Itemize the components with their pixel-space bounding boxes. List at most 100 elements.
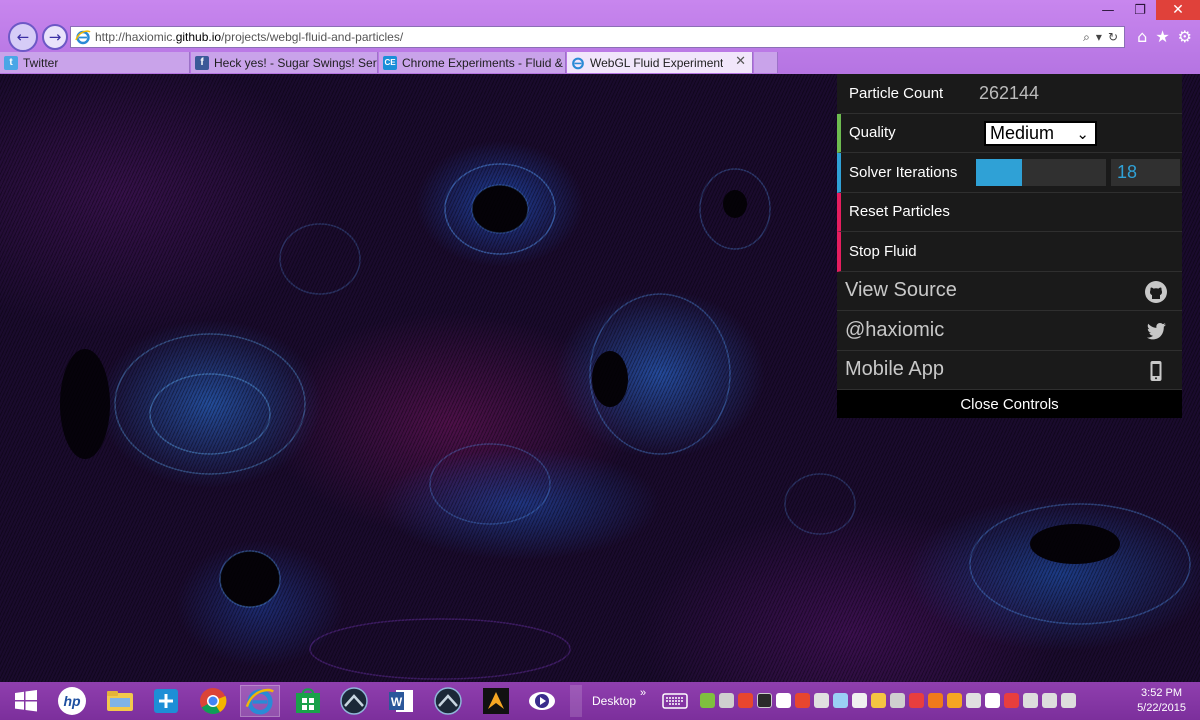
clock-time: 3:52 PM (1141, 687, 1183, 699)
tray-power-icon[interactable] (1023, 693, 1038, 708)
particle-count-row[interactable]: Particle Count 262144 (837, 74, 1182, 114)
taskbar-hp[interactable]: hp (56, 685, 88, 717)
tab-label: WebGL Fluid Experiment (590, 55, 724, 70)
tray-app-icon[interactable] (776, 693, 791, 708)
mobile-phone-icon (1150, 360, 1162, 381)
tray-app-icon[interactable] (966, 693, 981, 708)
chevron-down-icon[interactable]: ▾ (1096, 30, 1102, 45)
minimize-button[interactable]: — (1092, 0, 1124, 20)
tray-app-icon[interactable] (700, 693, 715, 708)
close-icon[interactable]: ✕ (735, 54, 746, 69)
home-icon[interactable]: ⌂ (1137, 27, 1147, 46)
taskbar-media[interactable] (526, 685, 558, 717)
svg-text:hp: hp (63, 693, 81, 709)
steam-like-icon-2 (434, 687, 462, 715)
tray-dropbox-icon[interactable] (985, 693, 1000, 708)
tray-app-icon[interactable] (852, 693, 867, 708)
new-tab-button[interactable] (754, 52, 778, 73)
tray-app-icon[interactable] (833, 693, 848, 708)
twitter-link[interactable]: @haxiomic (837, 311, 1182, 351)
svg-text:W: W (391, 695, 403, 709)
stop-fluid-button[interactable]: Stop Fluid (837, 232, 1182, 272)
tab-label: Chrome Experiments - Fluid & ... (402, 55, 565, 70)
refresh-icon[interactable]: ↻ (1108, 30, 1118, 45)
system-clock[interactable]: 3:52 PM 5/22/2015 (1137, 686, 1186, 716)
taskbar-app-2[interactable] (432, 685, 464, 717)
media-icon (529, 692, 555, 710)
restore-button[interactable]: ❐ (1124, 0, 1156, 20)
back-button[interactable]: ← (8, 22, 38, 52)
twitter-handle-label: @haxiomic (845, 318, 945, 341)
tab-twitter[interactable]: t Twitter (0, 52, 190, 73)
gear-icon[interactable]: ⚙ (1178, 27, 1192, 46)
quality-label: Quality (849, 124, 896, 142)
favorites-star-icon[interactable]: ★ (1155, 27, 1169, 46)
taskbar-internet-explorer[interactable] (240, 685, 280, 717)
view-source-link[interactable]: View Source (837, 271, 1182, 311)
close-controls-button[interactable]: Close Controls (837, 390, 1182, 418)
tab-facebook[interactable]: f Heck yes! - Sugar Swings! Serv... (191, 52, 378, 73)
controls-panel: Particle Count 262144 Quality Medium ⌄ S… (837, 74, 1182, 418)
taskbar-app-steam[interactable] (338, 685, 370, 717)
search-icon[interactable]: ⌕ (1083, 30, 1090, 45)
mobile-app-link[interactable]: Mobile App (837, 350, 1182, 390)
chevron-right-icon[interactable]: » (640, 687, 646, 699)
tab-chrome-experiments[interactable]: CE Chrome Experiments - Fluid & ... (379, 52, 566, 73)
steam-like-icon (340, 687, 368, 715)
url-host: github.io (175, 30, 222, 44)
ie-icon (572, 57, 584, 69)
url-path: /projects/webgl-fluid-and-particles/ (221, 30, 404, 44)
window-controls: — ❐ ✕ (1092, 0, 1200, 20)
taskbar-network-app[interactable] (150, 685, 182, 717)
network-signal-icon[interactable] (1061, 693, 1076, 708)
tray-app-icon[interactable] (871, 693, 886, 708)
reset-particles-label: Reset Particles (849, 203, 950, 221)
tray-app-icon[interactable] (890, 693, 905, 708)
mobile-app-label: Mobile App (845, 358, 944, 381)
keyboard-icon[interactable] (662, 693, 688, 709)
quality-selected-value: Medium (990, 122, 1055, 143)
tray-app-icon[interactable] (909, 693, 924, 708)
solver-iterations-value: 18 (1117, 162, 1138, 182)
tray-app-icon[interactable] (814, 693, 829, 708)
solver-iterations-slider[interactable] (976, 159, 1106, 186)
taskbar-word[interactable]: W (385, 685, 417, 717)
tray-app-icon[interactable] (947, 693, 962, 708)
ie-icon (245, 688, 274, 715)
address-actions: ⌕ ▾ ↻ (1083, 30, 1118, 45)
tray-app-icon[interactable] (719, 693, 734, 708)
system-tray (700, 693, 1076, 708)
tray-app-icon[interactable] (795, 693, 810, 708)
store-icon (296, 688, 320, 713)
tray-steam-icon[interactable] (757, 693, 772, 708)
tray-app-icon[interactable] (928, 693, 943, 708)
tab-webgl-fluid[interactable]: WebGL Fluid Experiment ✕ (567, 52, 753, 73)
solver-iterations-row: Solver Iterations 18 (837, 153, 1182, 193)
address-bar[interactable]: http://haxiomic.github.io/projects/webgl… (70, 26, 1125, 48)
tray-app-icon[interactable] (738, 693, 753, 708)
quality-row: Quality Medium ⌄ (837, 113, 1182, 153)
games-icon (483, 688, 509, 714)
taskbar-store[interactable] (292, 685, 324, 717)
close-controls-label: Close Controls (960, 395, 1059, 413)
chevron-down-icon: ⌄ (1076, 124, 1089, 143)
tray-flag-icon[interactable] (1004, 693, 1019, 708)
twitter-bird-icon (1146, 322, 1166, 340)
forward-button[interactable]: → (42, 24, 68, 50)
reset-particles-button[interactable]: Reset Particles (837, 192, 1182, 232)
taskbar-chrome[interactable] (197, 685, 229, 717)
particle-count-value[interactable]: 262144 (979, 83, 1039, 104)
twitter-icon: t (4, 55, 18, 70)
clock-date: 5/22/2015 (1137, 702, 1186, 714)
taskbar-games[interactable] (480, 685, 512, 717)
start-button[interactable] (10, 685, 42, 717)
solver-iterations-input[interactable]: 18 (1111, 159, 1180, 186)
volume-icon[interactable] (1042, 693, 1057, 708)
close-window-button[interactable]: ✕ (1156, 0, 1200, 20)
taskbar-file-explorer[interactable] (104, 685, 136, 717)
tab-strip: t Twitter f Heck yes! - Sugar Swings! Se… (0, 52, 1200, 73)
quality-select[interactable]: Medium ⌄ (984, 120, 1097, 146)
desktop-toolbar-label[interactable]: Desktop (592, 694, 636, 708)
word-icon: W (389, 690, 413, 712)
taskbar: hp W Desktop » 3:52 PM 5/22/2015 (0, 682, 1200, 720)
